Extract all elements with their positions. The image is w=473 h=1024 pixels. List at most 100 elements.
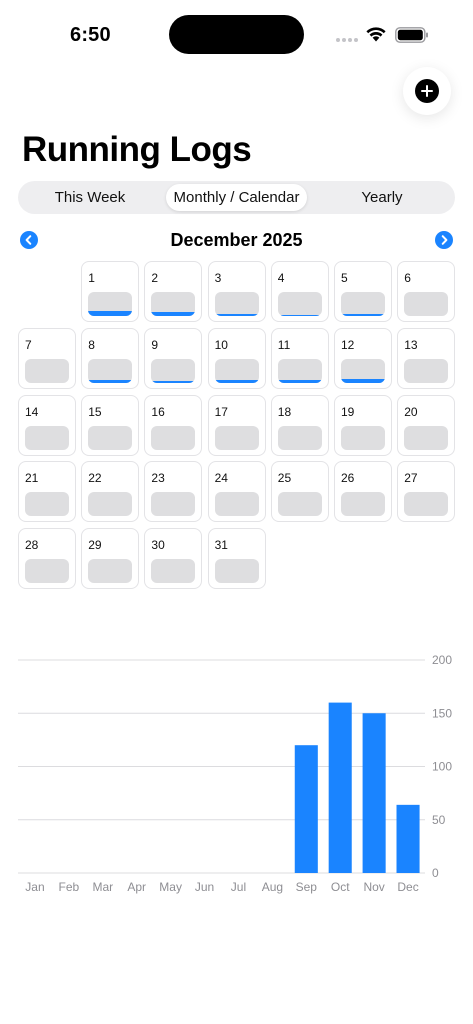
calendar-day-number: 24 — [214, 471, 228, 486]
calendar-day[interactable]: 3 — [207, 261, 266, 322]
calendar-day[interactable]: 1 — [81, 261, 140, 322]
y-tick-label: 50 — [432, 813, 446, 827]
calendar-day-number: 11 — [277, 337, 291, 352]
day-progress-bar — [88, 292, 133, 316]
calendar-day[interactable]: 13 — [397, 327, 456, 389]
calendar-day-number: 15 — [88, 404, 102, 419]
add-log-button[interactable] — [403, 67, 451, 115]
y-tick-label: 200 — [432, 653, 452, 667]
day-progress-bar — [404, 358, 449, 383]
calendar-day[interactable]: 29 — [81, 528, 140, 590]
day-progress-fill — [214, 379, 259, 383]
calendar-day[interactable]: 27 — [397, 461, 456, 523]
chart-bar — [396, 804, 420, 873]
y-tick-label: 100 — [432, 760, 452, 774]
calendar-day-number: 7 — [25, 337, 32, 352]
calendar-day-number: 16 — [151, 404, 165, 419]
calendar-grid: 1 2 3 4 5 6 7 8 9 10 11 12 13 14 15 16 17 18 19 20 21 22 23 24 2… — [18, 261, 456, 591]
calendar-day[interactable]: 18 — [270, 394, 329, 456]
calendar-day-number: 8 — [88, 337, 95, 352]
x-tick-label: Aug — [262, 880, 283, 894]
calendar-day[interactable]: 15 — [81, 394, 140, 456]
calendar-day[interactable]: 26 — [334, 461, 392, 523]
day-progress-bar — [214, 492, 259, 517]
calendar-day-number: 18 — [277, 404, 292, 419]
calendar-day[interactable]: 11 — [270, 327, 329, 389]
y-tick-label: 0 — [432, 866, 439, 880]
calendar-day[interactable]: 25 — [270, 461, 329, 523]
next-month-button[interactable] — [435, 231, 453, 249]
calendar-day-number: 21 — [25, 471, 39, 486]
day-progress-bar — [341, 292, 385, 316]
calendar-day[interactable]: 24 — [207, 461, 266, 523]
calendar-day[interactable]: 31 — [207, 528, 266, 590]
tab-yearly[interactable]: Yearly — [312, 184, 452, 211]
calendar-day-number: 17 — [214, 404, 228, 419]
day-progress-bar — [25, 425, 69, 450]
calendar-day-number: 6 — [404, 271, 411, 285]
tab-this-week[interactable]: This Week — [21, 184, 159, 211]
calendar-day[interactable]: 19 — [334, 394, 392, 456]
calendar-day[interactable]: 20 — [397, 394, 456, 456]
day-progress-bar — [88, 425, 133, 450]
day-progress-fill — [88, 379, 133, 383]
dynamic-island — [169, 15, 304, 54]
calendar-day[interactable]: 16 — [144, 394, 203, 456]
x-tick-label: Feb — [59, 880, 80, 894]
day-progress-bar — [214, 292, 259, 316]
calendar-day-number: 10 — [214, 337, 228, 352]
chevron-right-icon — [441, 235, 448, 245]
calendar-day-number: 2 — [151, 271, 159, 285]
calendar-day-number: 20 — [404, 404, 418, 419]
calendar-day-number: 4 — [277, 271, 285, 285]
bar-chart: 0 50 100 150 200 Jan Feb Mar Apr May Jun Jul Aug Sep O… — [18, 653, 452, 894]
calendar-day-number: 27 — [404, 471, 418, 486]
day-progress-bar — [151, 358, 196, 383]
x-tick-label: Nov — [363, 880, 384, 894]
day-progress-fill — [88, 311, 133, 316]
calendar-day-number: 31 — [214, 538, 228, 553]
day-progress-fill — [341, 378, 385, 383]
day-progress-fill — [277, 314, 322, 316]
calendar-day[interactable]: 10 — [207, 327, 266, 389]
calendar-day[interactable]: 17 — [207, 394, 266, 456]
calendar-day[interactable]: 22 — [81, 461, 140, 523]
calendar-day[interactable]: 5 — [334, 261, 392, 322]
chart-bar — [294, 745, 318, 873]
calendar-day[interactable]: 21 — [18, 461, 76, 523]
calendar-day[interactable]: 8 — [81, 327, 140, 389]
day-progress-bar — [277, 292, 322, 316]
calendar-day[interactable]: 2 — [144, 261, 203, 322]
calendar-day[interactable]: 6 — [397, 261, 456, 322]
day-progress-bar — [25, 492, 69, 517]
calendar-day-number: 5 — [341, 271, 348, 285]
day-progress-bar — [25, 358, 69, 383]
calendar-day[interactable]: 4 — [270, 261, 329, 322]
calendar-day[interactable]: 30 — [144, 528, 203, 590]
calendar-day-number: 19 — [341, 404, 355, 419]
day-progress-bar — [151, 492, 196, 517]
monthly-distance-chart: 0 50 100 150 200 Jan Feb Mar Apr May Jun Jul Aug Sep O… — [0, 645, 473, 905]
day-progress-bar — [88, 559, 133, 584]
day-progress-bar — [151, 559, 196, 584]
day-progress-bar — [404, 425, 449, 450]
calendar-day-number: 26 — [341, 471, 355, 486]
calendar-day[interactable]: 12 — [334, 327, 392, 389]
day-progress-bar — [341, 492, 385, 517]
day-progress-fill — [341, 313, 385, 316]
day-progress-bar — [151, 292, 196, 316]
calendar-day-number: 1 — [88, 271, 95, 285]
x-tick-label: Jun — [195, 880, 214, 894]
day-progress-bar — [214, 559, 259, 584]
calendar-day[interactable]: 14 — [18, 394, 76, 456]
day-progress-bar — [88, 358, 133, 383]
calendar-day[interactable]: 7 — [18, 327, 76, 389]
calendar-day[interactable]: 23 — [144, 461, 203, 523]
day-progress-bar — [151, 425, 196, 450]
x-tick-label: Jan — [25, 880, 44, 894]
day-progress-bar — [404, 492, 449, 517]
chart-bar — [362, 713, 386, 873]
calendar-day[interactable]: 9 — [144, 327, 203, 389]
tab-monthly-calendar[interactable]: Monthly / Calendar — [166, 184, 307, 211]
calendar-day[interactable]: 28 — [18, 528, 76, 590]
